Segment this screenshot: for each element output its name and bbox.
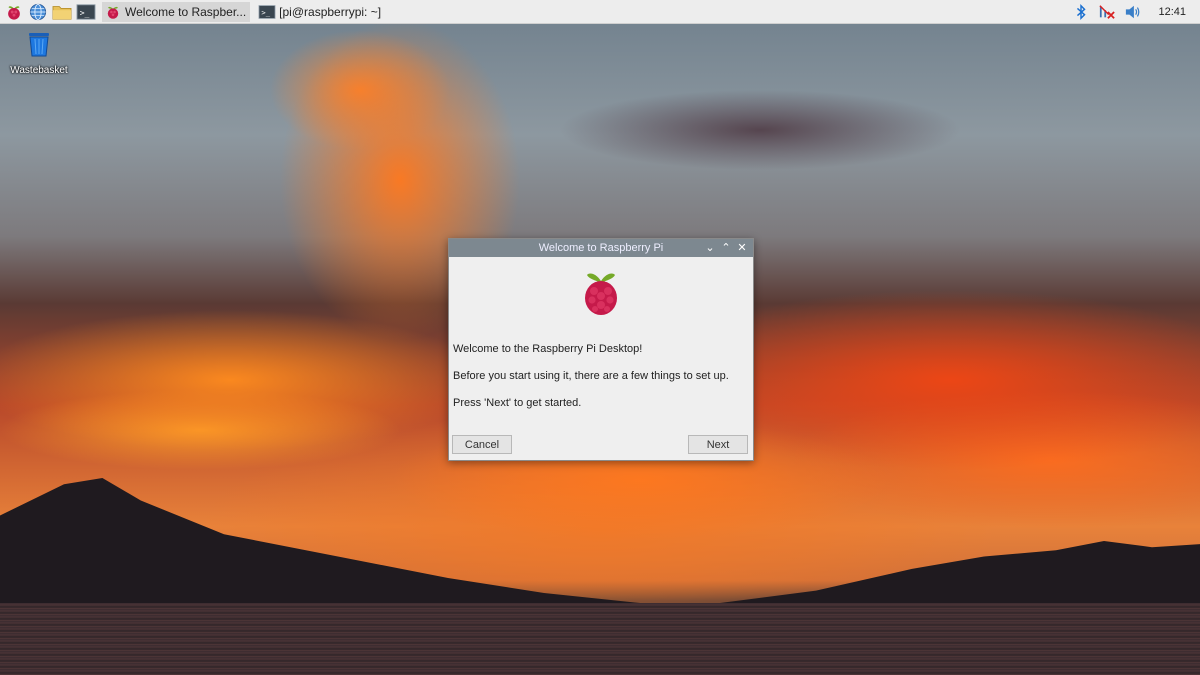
- minimize-button[interactable]: ⌄: [703, 241, 717, 255]
- wallpaper-sea: [0, 603, 1200, 675]
- taskbar-window-label: [pi@raspberrypi: ~]: [279, 4, 382, 19]
- taskbar: >_ Welcome to Raspber... >_ [pi@raspberr…: [0, 0, 1200, 24]
- bluetooth-icon[interactable]: [1072, 3, 1090, 21]
- raspberry-menu-icon[interactable]: [4, 2, 24, 22]
- svg-text:>_: >_: [262, 8, 271, 17]
- desktop-icon-label: Wastebasket: [10, 65, 68, 76]
- svg-text:>_: >_: [80, 7, 90, 17]
- desktop-icon-wastebasket[interactable]: Wastebasket: [6, 30, 72, 76]
- volume-icon[interactable]: [1124, 3, 1142, 21]
- terminal-icon: >_: [258, 3, 276, 21]
- web-browser-icon[interactable]: [28, 2, 48, 22]
- wastebasket-icon: [25, 33, 53, 62]
- window-controls: ⌄ ⌃ ✕: [701, 239, 749, 257]
- raspberry-icon: [104, 3, 122, 21]
- taskbar-window-label: Welcome to Raspber...: [125, 4, 247, 19]
- taskbar-window-welcome[interactable]: Welcome to Raspber...: [102, 1, 251, 22]
- dialog-body: Welcome to the Raspberry Pi Desktop! Bef…: [449, 257, 753, 460]
- system-tray: 12:41: [1068, 0, 1200, 23]
- welcome-message: Welcome to the Raspberry Pi Desktop!: [453, 343, 643, 355]
- welcome-dialog: Welcome to Raspberry Pi ⌄ ⌃ ✕ Welcome to…: [448, 238, 754, 461]
- setup-message: Before you start using it, there are a f…: [453, 370, 729, 382]
- instruction-message: Press 'Next' to get started.: [453, 397, 582, 409]
- dialog-title: Welcome to Raspberry Pi: [538, 242, 664, 254]
- maximize-button[interactable]: ⌃: [719, 241, 733, 255]
- close-button[interactable]: ✕: [735, 241, 749, 255]
- network-disconnected-icon[interactable]: [1098, 3, 1116, 21]
- raspberry-pi-logo-icon: [581, 267, 621, 322]
- clock[interactable]: 12:41: [1158, 6, 1186, 18]
- dialog-titlebar[interactable]: Welcome to Raspberry Pi ⌄ ⌃ ✕: [449, 239, 753, 257]
- next-button[interactable]: Next: [688, 435, 748, 454]
- terminal-icon[interactable]: >_: [76, 2, 96, 22]
- file-manager-icon[interactable]: [52, 2, 72, 22]
- taskbar-window-terminal[interactable]: >_ [pi@raspberrypi: ~]: [256, 2, 385, 22]
- cancel-button[interactable]: Cancel: [452, 435, 512, 454]
